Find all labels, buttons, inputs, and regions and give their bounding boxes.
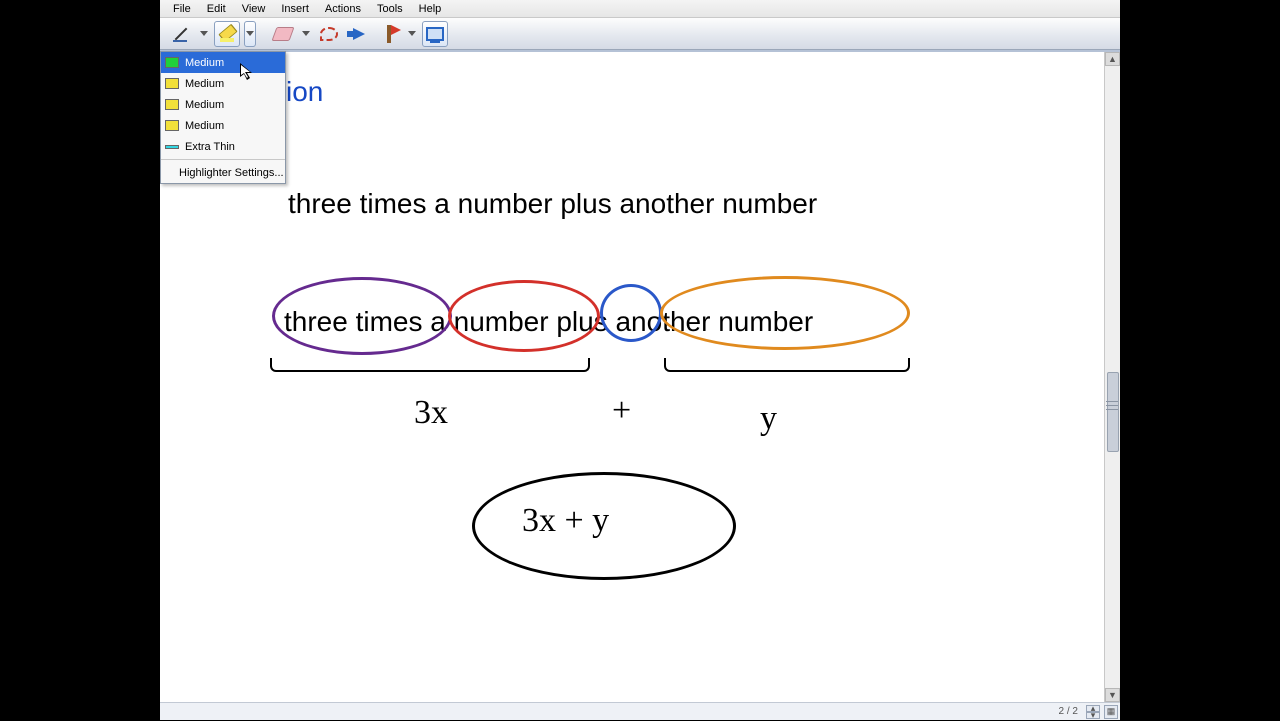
preset-label: Medium [185, 57, 224, 69]
menu-view[interactable]: View [235, 2, 273, 16]
highlighter-dropdown[interactable] [244, 21, 256, 47]
lasso-icon [320, 27, 338, 41]
handwritten-plus: + [612, 392, 631, 430]
eraser-icon [271, 27, 294, 41]
highlighter-preset-4[interactable]: Medium [161, 115, 285, 136]
menu-tools[interactable]: Tools [370, 2, 410, 16]
highlighter-tool-button[interactable] [214, 21, 240, 47]
scroll-down-button[interactable]: ▼ [1105, 688, 1120, 702]
pen-tool-button[interactable] [168, 21, 194, 47]
scroll-up-button[interactable]: ▲ [1105, 52, 1120, 66]
highlighter-presets-menu: Medium Medium Medium Medium Extra Thin H… [160, 51, 286, 184]
flag-dropdown[interactable] [406, 21, 418, 47]
brace-left [270, 358, 590, 372]
eraser-tool-button[interactable] [270, 21, 296, 47]
menu-bar: File Edit View Insert Actions Tools Help [160, 0, 1120, 18]
fullscreen-toggle-button[interactable] [422, 21, 448, 47]
circle-annotation-blue [600, 284, 662, 342]
pen-icon [172, 25, 190, 43]
highlighter-preset-2[interactable]: Medium [161, 73, 285, 94]
page-down-button[interactable]: ▾ [1086, 712, 1100, 719]
page-counter: 2 / 2 [1059, 706, 1078, 717]
highlighter-preset-5[interactable]: Extra Thin [161, 136, 285, 157]
lasso-tool-button[interactable] [316, 21, 342, 47]
highlighter-settings[interactable]: Highlighter Settings... [161, 162, 285, 183]
whiteboard-canvas[interactable]: ion three times a number plus another nu… [160, 52, 1104, 702]
menu-edit[interactable]: Edit [200, 2, 233, 16]
preset-label: Extra Thin [185, 141, 235, 153]
brace-right [664, 358, 910, 372]
handwritten-y: y [760, 400, 777, 438]
highlighter-preset-3[interactable]: Medium [161, 94, 285, 115]
status-bar: 2 / 2 ▴ ▾ ▦ [160, 702, 1120, 720]
handwritten-final: 3x + y [522, 502, 609, 540]
menu-file[interactable]: File [166, 2, 198, 16]
preset-label: Medium [185, 78, 224, 90]
swatch-icon [165, 99, 179, 110]
arrow-tool-button[interactable] [346, 21, 372, 47]
circle-annotation-red [448, 280, 600, 352]
settings-label: Highlighter Settings... [179, 167, 284, 179]
swatch-icon [165, 57, 179, 68]
flag-icon [387, 25, 391, 43]
menu-separator [161, 159, 285, 160]
circle-annotation-purple [272, 277, 452, 355]
circle-annotation-orange [660, 276, 910, 350]
arrow-icon [353, 28, 365, 40]
page-title-fragment: ion [286, 76, 323, 108]
flag-tool-button[interactable] [376, 21, 402, 47]
menu-actions[interactable]: Actions [318, 2, 368, 16]
page-nav-button[interactable]: ▦ [1104, 705, 1118, 719]
menu-help[interactable]: Help [412, 2, 449, 16]
scroll-grip-icon [1106, 398, 1118, 420]
vertical-scrollbar[interactable]: ▲ ▼ [1104, 52, 1120, 702]
whiteboard-app-window: File Edit View Insert Actions Tools Help… [160, 0, 1120, 720]
handwritten-3x: 3x [414, 394, 448, 432]
toolbar [160, 18, 1120, 50]
sentence-text-1: three times a number plus another number [288, 188, 817, 220]
screen-icon [426, 27, 444, 41]
pen-dropdown[interactable] [198, 21, 210, 47]
preset-label: Medium [185, 99, 224, 111]
eraser-dropdown[interactable] [300, 21, 312, 47]
swatch-icon [165, 145, 179, 149]
swatch-icon [165, 78, 179, 89]
highlighter-preset-1[interactable]: Medium [161, 52, 285, 73]
swatch-icon [165, 120, 179, 131]
highlighter-icon [218, 25, 236, 43]
preset-label: Medium [185, 120, 224, 132]
menu-insert[interactable]: Insert [274, 2, 316, 16]
